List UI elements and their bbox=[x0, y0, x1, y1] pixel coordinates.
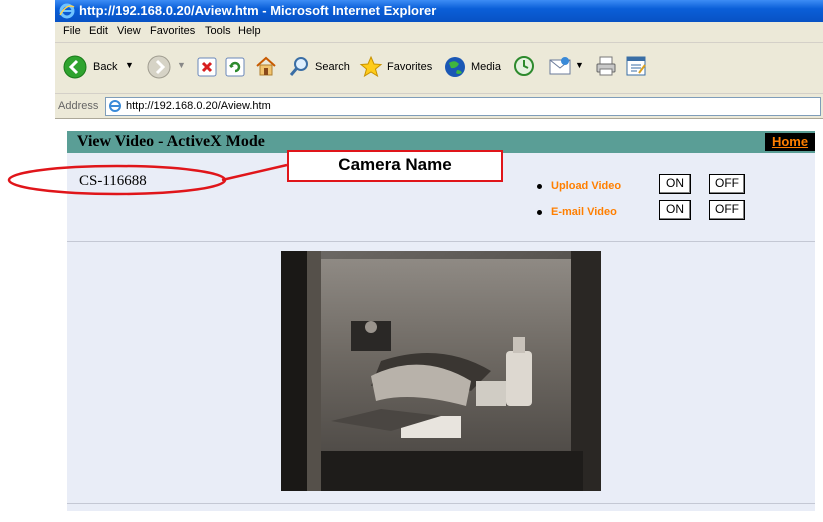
menu-view[interactable]: View bbox=[117, 25, 141, 37]
search-button[interactable]: Search bbox=[289, 43, 353, 93]
back-label: Back bbox=[93, 61, 118, 73]
divider bbox=[67, 241, 815, 242]
house-icon bbox=[256, 56, 276, 76]
menu-file[interactable]: File bbox=[63, 25, 81, 37]
menu-help[interactable]: Help bbox=[238, 25, 261, 37]
edit-page-icon bbox=[626, 56, 646, 76]
mail-button[interactable]: ▼ bbox=[549, 43, 587, 93]
activex-video-frame bbox=[281, 251, 601, 491]
favorites-label: Favorites bbox=[387, 61, 433, 73]
back-arrow-icon bbox=[63, 55, 87, 79]
menu-favorites[interactable]: Favorites bbox=[150, 25, 195, 37]
printer-icon bbox=[596, 56, 616, 76]
home-link-box: Home bbox=[765, 133, 815, 151]
address-label: Address bbox=[58, 100, 99, 112]
view-video-panel: View Video - ActiveX Mode Home CS-116688… bbox=[67, 131, 815, 511]
home-link[interactable]: Home bbox=[765, 134, 815, 149]
camera-name-callout: Camera Name bbox=[287, 150, 503, 182]
bottom-divider bbox=[67, 503, 815, 504]
address-bar: Address http://192.168.0.20/Aview.htm bbox=[55, 94, 823, 119]
bullet-icon bbox=[537, 210, 542, 215]
menu-edit[interactable]: Edit bbox=[89, 25, 108, 37]
upload-video-off-button[interactable]: OFF bbox=[709, 174, 745, 194]
internet-explorer-icon bbox=[59, 3, 75, 19]
media-label: Media bbox=[471, 61, 501, 73]
browser-window: http://192.168.0.20/Aview.htm - Microsof… bbox=[55, 0, 823, 522]
title-bar: http://192.168.0.20/Aview.htm - Microsof… bbox=[55, 0, 823, 22]
window-title: http://192.168.0.20/Aview.htm - Microsof… bbox=[79, 3, 437, 18]
forward-button[interactable]: ▼ bbox=[147, 43, 189, 93]
page-ie-icon bbox=[109, 100, 121, 112]
email-video-on-button[interactable]: ON bbox=[659, 200, 691, 220]
back-button[interactable]: Back ▼ bbox=[63, 43, 141, 93]
page-title: View Video - ActiveX Mode bbox=[77, 133, 265, 150]
upload-video-on-button[interactable]: ON bbox=[659, 174, 691, 194]
stop-button[interactable] bbox=[195, 43, 219, 93]
address-input[interactable]: http://192.168.0.20/Aview.htm bbox=[105, 97, 821, 116]
toolbar: Back ▼ ▼ Search Favorites Media ▼ bbox=[55, 43, 823, 94]
address-url: http://192.168.0.20/Aview.htm bbox=[126, 100, 271, 112]
camera-video-image bbox=[281, 251, 601, 491]
history-icon bbox=[514, 56, 534, 76]
email-video-off-button[interactable]: OFF bbox=[709, 200, 745, 220]
forward-dropdown-icon[interactable]: ▼ bbox=[177, 60, 186, 70]
camera-name: CS-116688 bbox=[79, 173, 147, 189]
menu-tools[interactable]: Tools bbox=[205, 25, 231, 37]
menu-bar: File Edit View Favorites Tools Help bbox=[55, 22, 823, 43]
upload-video-label[interactable]: Upload Video bbox=[551, 180, 621, 192]
star-icon bbox=[359, 55, 383, 78]
forward-arrow-icon bbox=[147, 55, 171, 79]
home-button[interactable] bbox=[253, 43, 279, 93]
bullet-icon bbox=[537, 184, 542, 189]
media-globe-icon bbox=[445, 57, 465, 77]
callout-label: Camera Name bbox=[338, 155, 452, 174]
media-button[interactable]: Media bbox=[443, 43, 505, 93]
favorites-button[interactable]: Favorites bbox=[359, 43, 437, 93]
search-icon bbox=[289, 57, 308, 76]
refresh-icon bbox=[225, 57, 245, 77]
mail-icon bbox=[549, 57, 571, 75]
back-dropdown-icon[interactable]: ▼ bbox=[125, 60, 134, 70]
search-label: Search bbox=[315, 61, 350, 73]
upload-video-row: Upload Video ON OFF bbox=[537, 174, 817, 197]
print-button[interactable] bbox=[593, 43, 619, 93]
edit-button[interactable] bbox=[623, 43, 649, 93]
email-video-row: E-mail Video ON OFF bbox=[537, 200, 817, 223]
history-button[interactable] bbox=[511, 43, 537, 93]
email-video-label[interactable]: E-mail Video bbox=[551, 206, 617, 218]
mail-dropdown-icon[interactable]: ▼ bbox=[575, 60, 584, 70]
stop-icon bbox=[197, 57, 217, 77]
refresh-button[interactable] bbox=[223, 43, 247, 93]
